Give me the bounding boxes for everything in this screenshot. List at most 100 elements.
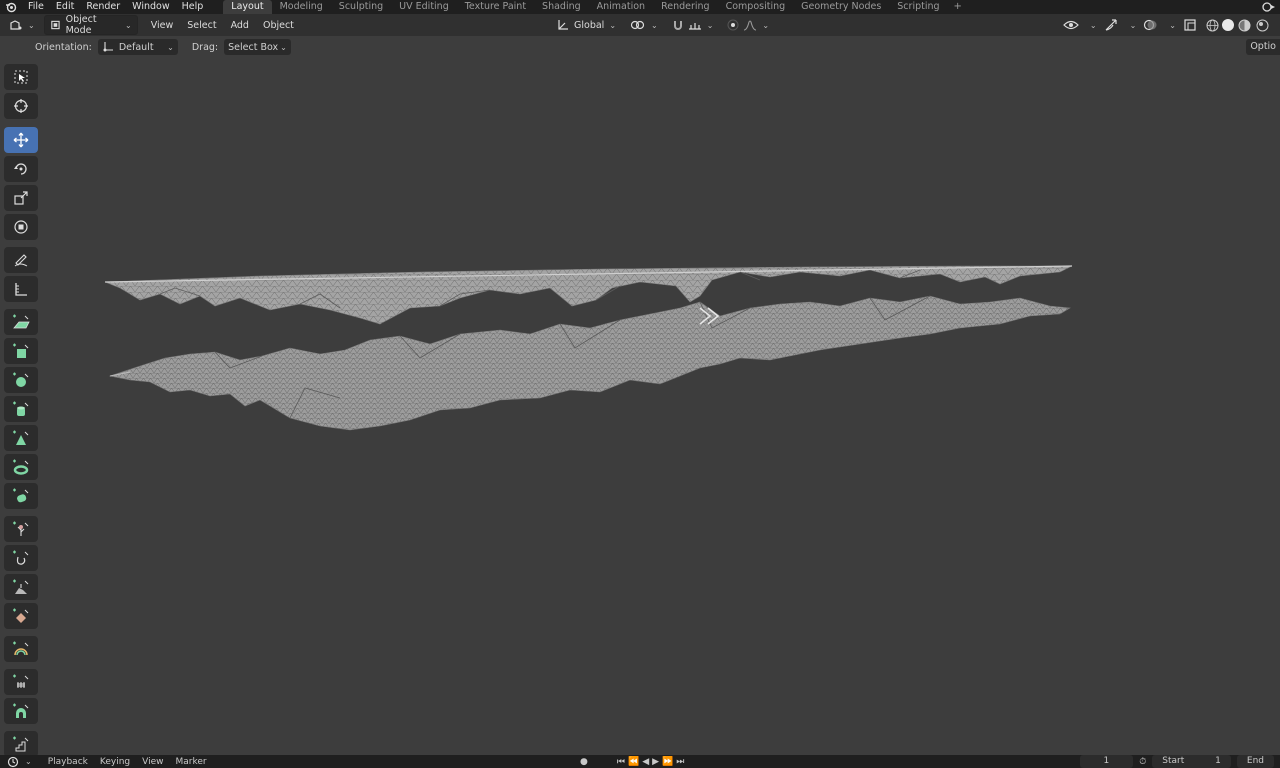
solid-shading-icon[interactable] — [1222, 19, 1234, 31]
transform-orientation-select[interactable]: Global ⌄ — [552, 16, 621, 34]
tab-sculpting[interactable]: Sculpting — [331, 0, 391, 14]
add-workspace-button[interactable]: + — [948, 0, 968, 14]
add-cube-tool[interactable] — [4, 338, 38, 364]
menu-edit[interactable]: Edit — [50, 0, 80, 14]
cursor-tool[interactable] — [4, 93, 38, 119]
top-bar: File Edit Render Window Help Layout Mode… — [0, 0, 1280, 14]
add-gem-tool[interactable] — [4, 603, 38, 629]
rendered-shading-icon[interactable] — [1254, 17, 1270, 33]
clock-icon[interactable]: ⏱ — [1139, 757, 1146, 767]
add-stairs-tool[interactable] — [4, 731, 38, 757]
tab-animation[interactable]: Animation — [589, 0, 653, 14]
xray-toggle-icon[interactable] — [1182, 17, 1198, 33]
blender-logo-icon[interactable] — [0, 0, 22, 14]
rotate-tool[interactable] — [4, 156, 38, 182]
record-icon[interactable]: ● — [580, 757, 588, 767]
drag-select[interactable]: Select Box ⌄ — [224, 39, 291, 55]
end-frame-label: End — [1246, 756, 1264, 766]
menu-marker[interactable]: Marker — [169, 757, 212, 767]
orientation-select[interactable]: Default ⌄ — [97, 39, 178, 55]
measure-tool[interactable] — [4, 276, 38, 302]
add-grass-tool[interactable] — [4, 516, 38, 542]
tab-shading[interactable]: Shading — [534, 0, 589, 14]
overlays-icon[interactable] — [1142, 17, 1158, 33]
menu-help[interactable]: Help — [176, 0, 210, 14]
menu-view[interactable]: View — [144, 20, 181, 31]
jump-keyframe-forward-icon[interactable]: ⏩ — [662, 757, 673, 767]
tab-layout[interactable]: Layout — [223, 0, 272, 14]
drag-value: Select Box — [228, 41, 279, 53]
add-plane-tool[interactable] — [4, 309, 38, 335]
menu-object[interactable]: Object — [256, 20, 301, 31]
chevron-down-icon: ⌄ — [167, 42, 174, 52]
chevron-down-icon[interactable]: ⌄ — [1090, 21, 1097, 30]
add-capsule-icon — [13, 488, 29, 503]
play-reverse-icon[interactable]: ◀ — [642, 757, 649, 767]
add-capsule-tool[interactable] — [4, 483, 38, 509]
chevron-down-icon[interactable]: ⌄ — [1130, 21, 1137, 30]
scene-icon[interactable] — [1262, 0, 1276, 14]
add-rainbow-tool[interactable] — [4, 636, 38, 662]
viewport-display-controls: ⌄ ⌄ ⌄ — [1063, 16, 1270, 34]
add-sphere-icon — [13, 372, 29, 387]
editor-type-button[interactable]: ⌄ — [4, 16, 40, 34]
transform-tool[interactable] — [4, 214, 38, 240]
play-icon[interactable]: ▶ — [652, 757, 659, 767]
options-button[interactable]: Optio — [1246, 39, 1280, 55]
tab-modeling[interactable]: Modeling — [272, 0, 331, 14]
viewport-canvas[interactable] — [0, 58, 1280, 755]
lower-terrain-mesh[interactable] — [108, 295, 1071, 431]
menu-select[interactable]: Select — [180, 20, 223, 31]
tab-geometry-nodes[interactable]: Geometry Nodes — [793, 0, 889, 14]
move-tool[interactable] — [4, 127, 38, 153]
pivot-point-select[interactable]: ⌄ — [625, 16, 663, 34]
menu-playback[interactable]: Playback — [42, 757, 94, 767]
tab-uv-editing[interactable]: UV Editing — [391, 0, 457, 14]
menu-keying[interactable]: Keying — [94, 757, 136, 767]
add-torus-icon — [13, 459, 29, 475]
menu-file[interactable]: File — [22, 0, 50, 14]
tab-compositing[interactable]: Compositing — [718, 0, 794, 14]
menu-add[interactable]: Add — [224, 20, 256, 31]
add-fence-tool[interactable] — [4, 669, 38, 695]
visibility-icon[interactable] — [1063, 17, 1079, 33]
cursor-icon — [14, 99, 28, 113]
add-arch-tool[interactable] — [4, 698, 38, 724]
gizmo-icon[interactable] — [1103, 17, 1119, 33]
mode-select[interactable]: Object Mode ⌄ — [43, 14, 138, 36]
end-frame-field[interactable]: End — [1236, 755, 1274, 768]
proportional-dot-icon — [727, 19, 739, 31]
add-cone-tool[interactable] — [4, 425, 38, 451]
tab-rendering[interactable]: Rendering — [653, 0, 718, 14]
add-plane-icon — [13, 314, 30, 329]
tab-texture-paint[interactable]: Texture Paint — [457, 0, 534, 14]
select-box-tool[interactable] — [4, 64, 38, 90]
annotate-tool[interactable] — [4, 247, 38, 273]
add-rock-tool[interactable] — [4, 574, 38, 600]
scale-tool[interactable] — [4, 185, 38, 211]
add-cylinder-tool[interactable] — [4, 396, 38, 422]
jump-end-icon[interactable]: ⏭ — [676, 757, 684, 767]
tab-scripting[interactable]: Scripting — [889, 0, 947, 14]
viewport-header: ⌄ Object Mode ⌄ View Select Add Object G… — [0, 14, 1280, 36]
menu-window[interactable]: Window — [126, 0, 175, 14]
jump-start-icon[interactable]: ⏮ — [617, 757, 625, 767]
chevron-down-icon[interactable]: ⌄ — [25, 757, 32, 766]
chevron-down-icon[interactable]: ⌄ — [1169, 21, 1176, 30]
add-torus-tool[interactable] — [4, 454, 38, 480]
start-frame-field[interactable]: Start 1 — [1152, 755, 1231, 768]
proportional-editing-toggle[interactable]: ⌄ — [722, 16, 774, 34]
add-curve-tool[interactable] — [4, 545, 38, 571]
jump-keyframe-back-icon[interactable]: ⏪ — [628, 757, 639, 767]
wireframe-shading-icon[interactable] — [1204, 17, 1220, 33]
timeline-editor-icon[interactable] — [6, 755, 20, 768]
menu-timeline-view[interactable]: View — [136, 757, 169, 767]
snap-toggle[interactable]: ⌄ — [667, 16, 719, 34]
menu-render[interactable]: Render — [80, 0, 126, 14]
3d-viewport[interactable] — [0, 58, 1280, 755]
chevron-down-icon: ⌄ — [28, 20, 35, 30]
material-shading-icon[interactable] — [1236, 17, 1252, 33]
current-frame-field[interactable]: 1 — [1079, 755, 1134, 768]
add-sphere-tool[interactable] — [4, 367, 38, 393]
object-mode-icon — [50, 20, 60, 30]
